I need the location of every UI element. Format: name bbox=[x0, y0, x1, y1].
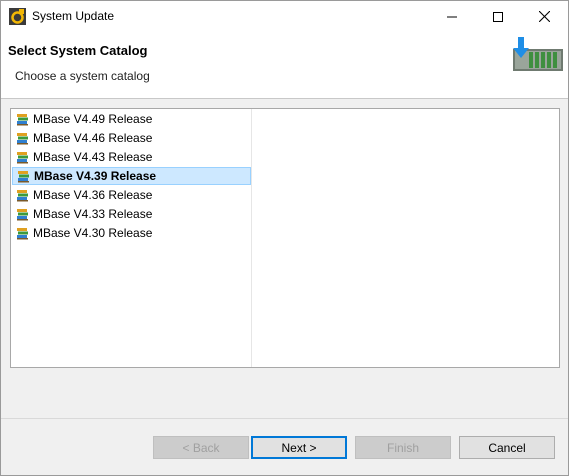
window-title: System Update bbox=[32, 9, 115, 23]
catalog-list-item[interactable]: MBase V4.46 Release bbox=[12, 129, 251, 147]
catalog-item-label: MBase V4.49 Release bbox=[33, 112, 153, 126]
button-bar-separator bbox=[1, 418, 568, 419]
page-title: Select System Catalog bbox=[8, 43, 148, 58]
system-update-window: System Update Select System Catalog Choo… bbox=[0, 0, 569, 476]
catalog-stack-icon bbox=[17, 113, 28, 125]
close-button[interactable] bbox=[521, 1, 567, 32]
catalog-list-item[interactable]: MBase V4.30 Release bbox=[12, 224, 251, 242]
catalog-item-label: MBase V4.33 Release bbox=[33, 207, 153, 221]
maximize-icon bbox=[493, 11, 503, 22]
catalog-list-item[interactable]: MBase V4.39 Release bbox=[12, 167, 251, 185]
catalog-stack-icon bbox=[18, 170, 29, 182]
finish-button[interactable]: Finish bbox=[355, 436, 451, 459]
catalog-item-label: MBase V4.46 Release bbox=[33, 131, 153, 145]
close-icon bbox=[538, 11, 550, 22]
minimize-icon bbox=[447, 16, 457, 17]
maximize-button[interactable] bbox=[475, 1, 521, 32]
catalog-list-item[interactable]: MBase V4.43 Release bbox=[12, 148, 251, 166]
catalog-list-item[interactable]: MBase V4.36 Release bbox=[12, 186, 251, 204]
page-subtitle: Choose a system catalog bbox=[15, 69, 150, 83]
catalog-panel: MBase V4.49 Release MBase V4.46 Release MB… bbox=[10, 108, 560, 368]
catalog-item-label: MBase V4.39 Release bbox=[34, 169, 157, 183]
cancel-button[interactable]: Cancel bbox=[459, 436, 555, 459]
minimize-button[interactable] bbox=[429, 1, 475, 32]
catalog-list[interactable]: MBase V4.49 Release MBase V4.46 Release MB… bbox=[11, 109, 252, 367]
next-button[interactable]: Next > bbox=[251, 436, 347, 459]
app-icon bbox=[9, 8, 26, 25]
title-bar: System Update bbox=[1, 1, 568, 32]
catalog-list-item[interactable]: MBase V4.33 Release bbox=[12, 205, 251, 223]
catalog-stack-icon bbox=[17, 132, 28, 144]
catalog-item-label: MBase V4.30 Release bbox=[33, 226, 153, 240]
wizard-header: Select System Catalog Choose a system ca… bbox=[1, 32, 568, 99]
catalog-stack-icon bbox=[17, 151, 28, 163]
catalog-stack-icon bbox=[17, 227, 28, 239]
catalog-stack-icon bbox=[17, 208, 28, 220]
catalog-list-item[interactable]: MBase V4.49 Release bbox=[12, 110, 251, 128]
catalog-item-label: MBase V4.43 Release bbox=[33, 150, 153, 164]
catalog-stack-icon bbox=[17, 189, 28, 201]
catalog-item-label: MBase V4.36 Release bbox=[33, 188, 153, 202]
system-download-banner-icon bbox=[513, 37, 563, 71]
back-button[interactable]: < Back bbox=[153, 436, 249, 459]
